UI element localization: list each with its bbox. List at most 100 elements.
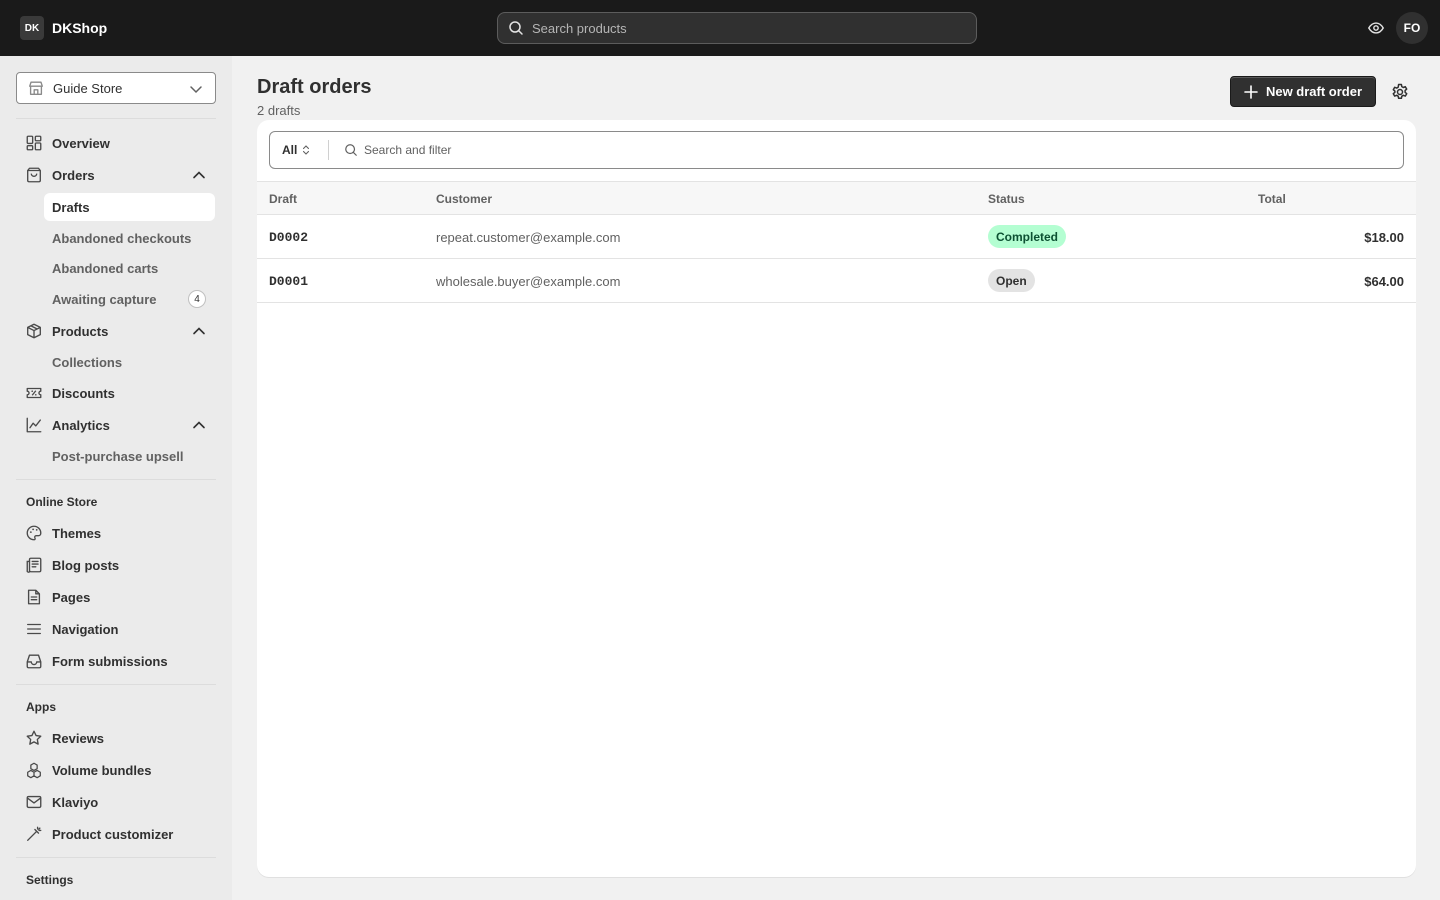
column-header-total[interactable]: Total xyxy=(1258,192,1286,206)
draft-id-link[interactable]: D0002 xyxy=(269,230,308,245)
column-header-status[interactable]: Status xyxy=(988,192,1025,206)
sidebar-item-label: Drafts xyxy=(52,199,90,215)
select-arrows-icon xyxy=(303,145,310,155)
chevron-up-icon[interactable] xyxy=(192,324,206,338)
column-header-draft[interactable]: Draft xyxy=(269,192,297,206)
search-icon xyxy=(345,144,357,156)
customer-email: wholesale.buyer@example.com xyxy=(436,274,621,289)
column-header-customer[interactable]: Customer xyxy=(436,192,492,206)
page-title: Draft orders xyxy=(257,76,372,98)
table-row[interactable]: D0001 wholesale.buyer@example.com Open $… xyxy=(257,259,1416,303)
order-total: $18.00 xyxy=(1364,230,1404,245)
nav-products[interactable]: Products xyxy=(24,317,216,345)
nav-blog-posts[interactable]: Blog posts xyxy=(24,551,216,579)
filter-divider xyxy=(328,140,329,160)
gear-icon xyxy=(1392,83,1408,100)
analytics-chart-icon xyxy=(24,415,44,435)
nav-orders[interactable]: Orders xyxy=(24,161,216,189)
filter-search-input[interactable] xyxy=(364,143,1264,157)
table-header: Draft Customer Status Total xyxy=(257,181,1416,215)
filter-search[interactable] xyxy=(344,143,1403,157)
nav-klaviyo[interactable]: Klaviyo xyxy=(24,788,216,816)
new-draft-order-button[interactable]: New draft order xyxy=(1230,76,1376,107)
nav-volume-bundles-label: Volume bundles xyxy=(52,762,152,778)
nav-pages-label: Pages xyxy=(52,589,91,605)
sidebar-item-label: Collections xyxy=(52,354,123,370)
nav-themes[interactable]: Themes xyxy=(24,519,216,547)
nav-products-label: Products xyxy=(52,323,109,339)
nav-reviews[interactable]: Reviews xyxy=(24,724,216,752)
brand-name: DKShop xyxy=(52,20,108,36)
nav-overview-label: Overview xyxy=(52,135,110,151)
nav-overview[interactable]: Overview xyxy=(24,129,216,157)
email-icon xyxy=(24,792,44,812)
chevron-down-icon xyxy=(190,86,202,94)
store-name: Guide Store xyxy=(53,80,123,96)
sidebar-item-awaiting-capture[interactable]: Awaiting capture 4 xyxy=(44,285,215,313)
top-search-input[interactable] xyxy=(532,20,952,36)
brand[interactable]: DK DKShop xyxy=(20,16,107,40)
nav-discounts[interactable]: Discounts xyxy=(24,379,216,407)
nav-form-submissions-label: Form submissions xyxy=(52,653,168,669)
top-search-box[interactable] xyxy=(497,12,977,44)
eye-icon xyxy=(1367,22,1385,34)
top-bar: DK DKShop FO xyxy=(0,0,1440,56)
filter-bar: All xyxy=(269,131,1404,169)
magic-wand-icon xyxy=(24,824,44,844)
status-badge: Completed xyxy=(988,225,1067,248)
product-box-icon xyxy=(24,321,44,341)
settings-button[interactable] xyxy=(1388,80,1412,104)
filter-tab-all[interactable]: All xyxy=(270,132,328,168)
chevron-up-icon[interactable] xyxy=(192,168,206,182)
nav-reviews-label: Reviews xyxy=(52,730,105,746)
store-icon xyxy=(29,81,43,95)
sidebar-item-abandoned-checkouts[interactable]: Abandoned checkouts xyxy=(44,224,215,252)
table-row[interactable]: D0002 repeat.customer@example.com Comple… xyxy=(257,215,1416,259)
section-title-apps: Apps xyxy=(26,700,56,714)
plus-icon xyxy=(1244,84,1258,99)
dashboard-icon xyxy=(24,133,44,153)
store-selector[interactable]: Guide Store xyxy=(16,72,216,104)
nav-pages[interactable]: Pages xyxy=(24,583,216,611)
new-draft-order-label: New draft order xyxy=(1265,84,1363,99)
count-badge: 4 xyxy=(188,290,206,308)
nav-analytics[interactable]: Analytics xyxy=(24,411,216,439)
sidebar-item-drafts[interactable]: Drafts xyxy=(44,193,215,221)
filter-tab-label: All xyxy=(282,143,298,157)
nav-navigation[interactable]: Navigation xyxy=(24,615,216,643)
sidebar-divider xyxy=(16,857,216,858)
nav-volume-bundles[interactable]: Volume bundles xyxy=(24,756,216,784)
user-avatar[interactable]: FO xyxy=(1396,12,1428,44)
page-icon xyxy=(24,587,44,607)
nav-blog-posts-label: Blog posts xyxy=(52,557,120,573)
order-total: $64.00 xyxy=(1364,274,1404,289)
nav-analytics-label: Analytics xyxy=(52,417,110,433)
sidebar-item-label: Awaiting capture xyxy=(52,291,157,307)
nav-form-submissions[interactable]: Form submissions xyxy=(24,647,216,675)
sidebar-divider xyxy=(16,479,216,480)
bundles-icon xyxy=(24,760,44,780)
nav-product-customizer[interactable]: Product customizer xyxy=(24,820,216,848)
inbox-icon xyxy=(24,651,44,671)
sidebar-item-label: Abandoned carts xyxy=(52,260,159,276)
page-subtitle: 2 drafts xyxy=(257,103,301,118)
blog-icon xyxy=(24,555,44,575)
sidebar-item-abandoned-carts[interactable]: Abandoned carts xyxy=(44,254,215,282)
star-icon xyxy=(24,728,44,748)
sidebar: Guide Store Overview Orders Drafts Aband… xyxy=(0,56,232,900)
draft-id-link[interactable]: D0001 xyxy=(269,274,308,289)
section-title-settings[interactable]: Settings xyxy=(26,873,73,887)
sidebar-divider xyxy=(16,118,216,119)
sidebar-item-label: Abandoned checkouts xyxy=(52,230,192,246)
discount-ticket-icon xyxy=(24,383,44,403)
menu-icon xyxy=(24,619,44,639)
brand-logo: DK xyxy=(20,16,44,40)
sidebar-item-post-purchase-upsell[interactable]: Post-purchase upsell xyxy=(44,442,215,470)
palette-icon xyxy=(24,523,44,543)
chevron-up-icon[interactable] xyxy=(192,418,206,432)
nav-product-customizer-label: Product customizer xyxy=(52,826,174,842)
view-store-button[interactable] xyxy=(1364,16,1388,40)
status-badge: Open xyxy=(988,269,1035,292)
sidebar-item-collections[interactable]: Collections xyxy=(44,348,215,376)
nav-orders-label: Orders xyxy=(52,167,95,183)
